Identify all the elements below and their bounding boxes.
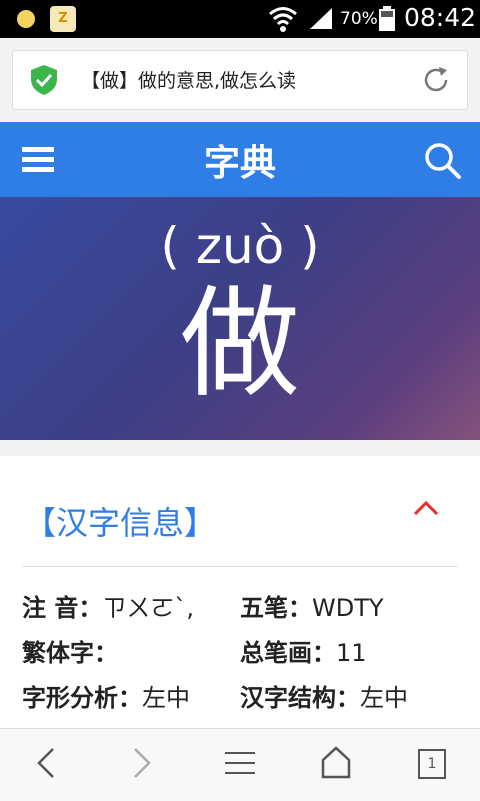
info-item-strokes: 总笔画：11 [240, 633, 367, 668]
battery-percent: 70% [340, 9, 378, 29]
info-value: 左中 [142, 684, 190, 712]
info-value: 左中 [360, 684, 408, 712]
forward-icon[interactable] [130, 743, 154, 783]
hanzi-info-card: 【汉字信息】 注 音：ㄗㄨㄛˋ, 五笔：WDTY 繁体字： 总笔画：11 字形分… [0, 456, 480, 728]
app-notification-icon: Z [50, 6, 76, 32]
info-label: 繁体字： [22, 639, 118, 667]
site-title[interactable]: 字典 [0, 134, 480, 186]
tabs-count-button[interactable]: 1 [418, 749, 446, 779]
section-title: 【汉字信息】 [24, 504, 217, 542]
back-icon[interactable] [34, 743, 58, 783]
clock: 08:42 [404, 3, 477, 32]
info-label: 总笔画： [240, 639, 336, 667]
page-title: 【做】做的意思,做怎么读 [81, 70, 297, 92]
menu-lines-icon[interactable] [224, 743, 256, 783]
info-item-wubi: 五笔：WDTY [240, 588, 384, 623]
info-item-structure: 汉字结构：左中 [240, 678, 408, 713]
info-value: WDTY [312, 594, 384, 622]
search-icon[interactable] [422, 140, 462, 180]
reload-icon[interactable] [421, 65, 451, 95]
home-icon[interactable] [320, 743, 352, 783]
hanzi-character: 做 [180, 275, 300, 414]
info-label: 汉字结构： [240, 684, 360, 712]
pinyin: ( zuò ) [160, 217, 320, 275]
info-item-zhuyin: 注 音：ㄗㄨㄛˋ, [22, 588, 194, 623]
info-value: ㄗㄨㄛˋ, [102, 594, 194, 622]
collapse-chevron-up-icon[interactable] [413, 500, 439, 516]
notification-dot-icon [17, 10, 35, 28]
divider [22, 566, 458, 567]
browser-address-area: 【做】做的意思,做怎么读 [0, 38, 480, 122]
info-item-form: 字形分析：左中 [22, 678, 190, 713]
security-shield-icon [31, 65, 57, 95]
character-hero: ( zuò ) 做 [0, 197, 480, 440]
browser-bottom-nav: 1 [0, 728, 480, 801]
status-bar: Z 70% 08:42 [0, 0, 480, 38]
wifi-icon [269, 7, 297, 32]
info-label: 注 音： [22, 594, 103, 622]
site-header: 字典 [0, 122, 480, 197]
address-bar[interactable]: 【做】做的意思,做怎么读 [12, 50, 468, 110]
info-item-traditional: 繁体字： [22, 633, 118, 668]
info-label: 五笔： [240, 594, 312, 622]
info-label: 字形分析： [22, 684, 142, 712]
info-value: 11 [336, 639, 367, 667]
battery-icon [379, 6, 395, 31]
signal-icon [310, 8, 332, 29]
